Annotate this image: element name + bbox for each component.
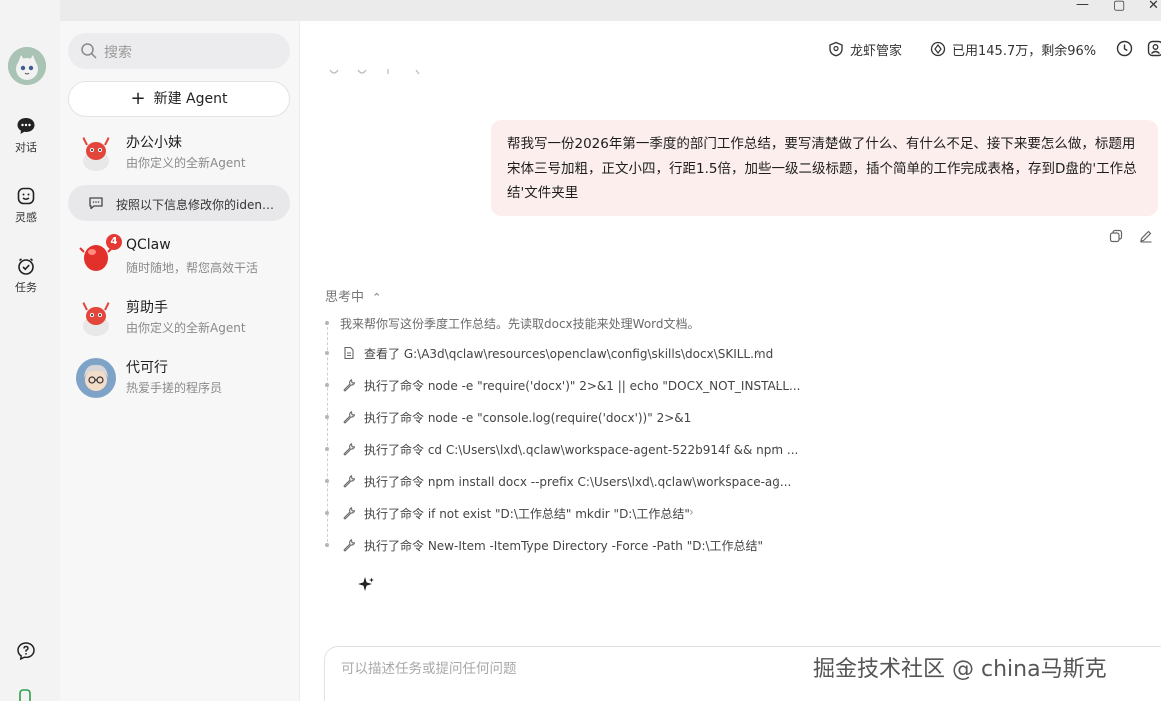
steward-button[interactable]: 龙虾管家 (828, 38, 902, 60)
wrench-icon (343, 411, 356, 424)
agent-avatar (76, 133, 116, 173)
wrench-icon (343, 379, 356, 392)
rail-item-chat-label: 对话 (15, 141, 37, 154)
device-icon[interactable] (18, 689, 32, 701)
step-text: 执行了命令 if not exist "D:\工作总结" mkdir "D:\工… (364, 507, 690, 521)
search-box[interactable]: 搜索 (68, 33, 290, 69)
file-icon (344, 346, 354, 360)
new-agent-label: 新建 Agent (153, 91, 228, 107)
profile-icon[interactable] (1147, 40, 1161, 57)
step-text: 查看了 G:\A3d\qclaw\resources\openclaw\conf… (364, 347, 774, 361)
token-icon (930, 41, 946, 57)
conversation-item[interactable]: 4 QClaw 随时随地，帮您高效干活 (68, 230, 290, 286)
unread-badge: 4 (106, 234, 122, 250)
wrench-icon (343, 507, 356, 520)
usage-label: 已用145.7万，剩余96% (952, 43, 1097, 59)
agent-avatar (76, 358, 116, 398)
step-text: 执行了命令 node -e "require('docx')" 2>&1 || … (364, 379, 801, 393)
conversation-name: 剪助手 (126, 300, 168, 316)
step-text: 执行了命令 New-Item -ItemType Directory -Forc… (364, 539, 764, 553)
user-message-bubble: 帮我写一份2026年第一季度的部门工作总结，要写清楚做了什么、有什么不足、接下来… (491, 120, 1158, 216)
rail-item-tasks-label: 任务 (15, 281, 37, 294)
rail-item-chat[interactable]: 对话 (0, 116, 52, 155)
watermark: 掘金技术社区 @ china马斯克 (813, 657, 1107, 682)
chevron-right-icon: › (675, 409, 680, 423)
close-button[interactable]: ✕ (1148, 0, 1159, 13)
chevron-right-icon: › (756, 345, 761, 359)
agent-avatar (76, 298, 116, 338)
step-text: 执行了命令 cd C:\Users\lxd\.qclaw\workspace-a… (364, 443, 799, 457)
thinking-title: 思考中 (325, 290, 365, 305)
conversation-item[interactable]: 代可行 热爱手搓的程序员 (68, 350, 290, 406)
usage-indicator[interactable]: 已用145.7万，剩余96% (930, 38, 1096, 60)
timeline-dot (325, 383, 329, 387)
thinking-toggle[interactable]: 思考中 ⌃ (325, 286, 381, 305)
timeline-dot (325, 543, 329, 547)
sparkle-icon (358, 577, 374, 591)
conversation-subtitle: 热爱手搓的程序员 (126, 381, 223, 395)
chevron-right-icon: › (775, 377, 780, 391)
sub-conversation-label: 按照以下信息修改你的iden… (116, 198, 274, 212)
minimize-button[interactable]: — (1076, 0, 1089, 12)
thinking-intro-text: 我来帮你写这份季度工作总结。先读取docx技能来处理Word文档。 (340, 317, 700, 331)
timeline-dot (325, 511, 329, 515)
conversation-item[interactable]: 办公小妹 由你定义的全新Agent (68, 125, 290, 181)
timeline-dot (325, 351, 329, 355)
wrench-icon (343, 539, 356, 552)
history-icon[interactable] (1116, 40, 1133, 57)
clock-check-icon (18, 258, 34, 275)
sub-conversation-item[interactable]: 按照以下信息修改你的iden… (68, 185, 290, 221)
chevron-right-icon: › (752, 537, 757, 551)
smile-icon (17, 187, 35, 205)
left-rail: 对话 灵感 任务 (0, 0, 60, 701)
chevron-right-icon: › (775, 473, 780, 487)
step-text: 执行了命令 node -e "console.log(require('docx… (364, 411, 692, 425)
steward-label: 龙虾管家 (850, 43, 903, 59)
search-icon (81, 43, 97, 59)
conversation-list: 搜索 + 新建 Agent 办公小妹 由你定义的全新Agent 按照以下信息修改… (60, 21, 300, 701)
conversation-subtitle: 由你定义的全新Agent (126, 321, 246, 335)
step-text: 执行了命令 npm install docx --prefix C:\Users… (364, 475, 792, 489)
maximize-button[interactable]: ▢ (1113, 0, 1125, 13)
user-avatar[interactable] (8, 47, 46, 85)
edit-icon[interactable] (1139, 229, 1153, 243)
conversation-item[interactable]: 剪助手 由你定义的全新Agent (68, 290, 290, 346)
rail-item-tasks[interactable]: 任务 (0, 256, 52, 295)
plus-icon: + (130, 88, 146, 109)
timeline-dot (325, 321, 329, 325)
wrench-icon (343, 475, 356, 488)
search-placeholder: 搜索 (104, 45, 132, 61)
conversation-name: 办公小妹 (126, 135, 182, 151)
timeline-dot (325, 447, 329, 451)
user-message-text: 帮我写一份2026年第一季度的部门工作总结，要写清楚做了什么、有什么不足、接下来… (507, 136, 1137, 201)
conversation-subtitle: 随时随地，帮您高效干活 (126, 261, 259, 275)
copy-icon[interactable] (1109, 229, 1123, 243)
rail-item-inspiration-label: 灵感 (15, 211, 37, 224)
title-bar: — ▢ ✕ (0, 0, 1161, 21)
rail-item-inspiration[interactable]: 灵感 (0, 186, 52, 225)
timeline-dot (325, 479, 329, 483)
wrench-icon (343, 443, 356, 456)
chevron-right-icon: › (775, 441, 780, 455)
message-actions-faded (329, 69, 420, 75)
message-input[interactable] (341, 661, 741, 677)
chat-icon (17, 118, 35, 134)
app-window: — ▢ ✕ 对话 灵感 任务 搜索 + 新建 Agent 办公小妹 由你定义的全… (0, 0, 1161, 701)
timeline-dot (325, 415, 329, 419)
help-icon[interactable] (16, 641, 36, 661)
chevron-right-icon: › (689, 505, 694, 519)
new-agent-button[interactable]: + 新建 Agent (68, 81, 290, 117)
conversation-name: 代可行 (126, 360, 168, 376)
shield-icon (829, 41, 843, 57)
conversation-subtitle: 由你定义的全新Agent (126, 156, 246, 170)
conversation-name: QClaw (126, 237, 171, 253)
message-icon (89, 197, 103, 210)
chevron-up-icon: ⌃ (372, 291, 382, 304)
